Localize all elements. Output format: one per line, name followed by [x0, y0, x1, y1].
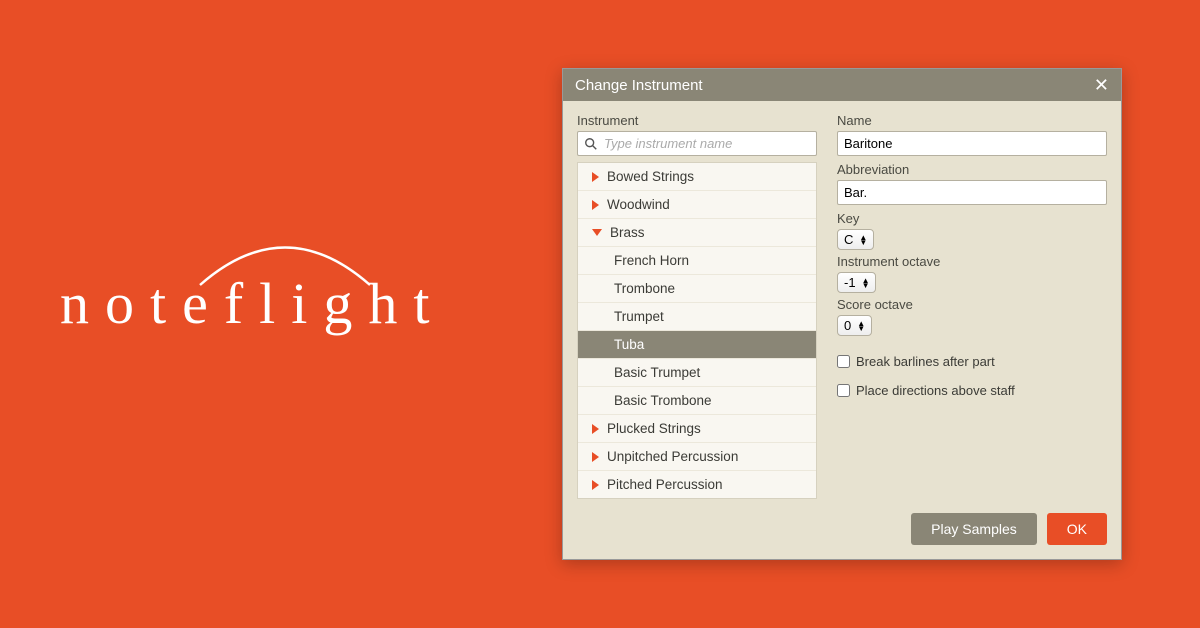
- tree-item-basic-trombone[interactable]: Basic Trombone: [578, 387, 816, 415]
- play-samples-button[interactable]: Play Samples: [911, 513, 1037, 545]
- chevron-right-icon: [592, 480, 599, 490]
- name-input[interactable]: [837, 131, 1107, 156]
- tree-category-woodwind[interactable]: Woodwind: [578, 191, 816, 219]
- tree-category-unpitched-percussion[interactable]: Unpitched Percussion: [578, 443, 816, 471]
- place-directions-label: Place directions above staff: [856, 383, 1015, 398]
- tree-item-trumpet[interactable]: Trumpet: [578, 303, 816, 331]
- score-octave-label: Score octave: [837, 297, 1107, 312]
- tree-item-trombone[interactable]: Trombone: [578, 275, 816, 303]
- tree-category-plucked-strings[interactable]: Plucked Strings: [578, 415, 816, 443]
- instrument-search-input[interactable]: [604, 136, 810, 151]
- instrument-tree: Bowed Strings Woodwind Brass French Horn…: [577, 162, 817, 499]
- ok-button[interactable]: OK: [1047, 513, 1107, 545]
- instrument-label: Instrument: [577, 113, 817, 128]
- abbreviation-label: Abbreviation: [837, 162, 1107, 177]
- break-barlines-checkbox[interactable]: [837, 355, 850, 368]
- tree-category-bowed-strings[interactable]: Bowed Strings: [578, 163, 816, 191]
- chevron-down-icon: [592, 229, 602, 236]
- key-label: Key: [837, 211, 1107, 226]
- select-arrows-icon: ▲▼: [862, 278, 870, 288]
- change-instrument-dialog: Change Instrument ✕ Instrument Bowed Str…: [562, 68, 1122, 560]
- logo-arc-icon: [195, 225, 375, 295]
- brand-logo: noteflight: [60, 270, 446, 337]
- chevron-right-icon: [592, 424, 599, 434]
- tree-item-basic-trumpet[interactable]: Basic Trumpet: [578, 359, 816, 387]
- select-arrows-icon: ▲▼: [857, 321, 865, 331]
- instrument-octave-label: Instrument octave: [837, 254, 1107, 269]
- tree-item-tuba[interactable]: Tuba: [578, 331, 816, 359]
- chevron-right-icon: [592, 172, 599, 182]
- place-directions-checkbox[interactable]: [837, 384, 850, 397]
- break-barlines-label: Break barlines after part: [856, 354, 995, 369]
- abbreviation-input[interactable]: [837, 180, 1107, 205]
- tree-category-brass[interactable]: Brass: [578, 219, 816, 247]
- dialog-title: Change Instrument: [575, 77, 703, 94]
- chevron-right-icon: [592, 452, 599, 462]
- instrument-search-wrap[interactable]: [577, 131, 817, 156]
- tree-category-pitched-percussion[interactable]: Pitched Percussion: [578, 471, 816, 498]
- chevron-right-icon: [592, 200, 599, 210]
- search-icon: [584, 137, 598, 151]
- instrument-octave-stepper[interactable]: -1 ▲▼: [837, 272, 876, 293]
- select-arrows-icon: ▲▼: [859, 235, 867, 245]
- name-label: Name: [837, 113, 1107, 128]
- key-select[interactable]: C ▲▼: [837, 229, 874, 250]
- score-octave-stepper[interactable]: 0 ▲▼: [837, 315, 872, 336]
- close-icon[interactable]: ✕: [1094, 76, 1109, 94]
- dialog-titlebar: Change Instrument ✕: [563, 69, 1121, 101]
- tree-item-french-horn[interactable]: French Horn: [578, 247, 816, 275]
